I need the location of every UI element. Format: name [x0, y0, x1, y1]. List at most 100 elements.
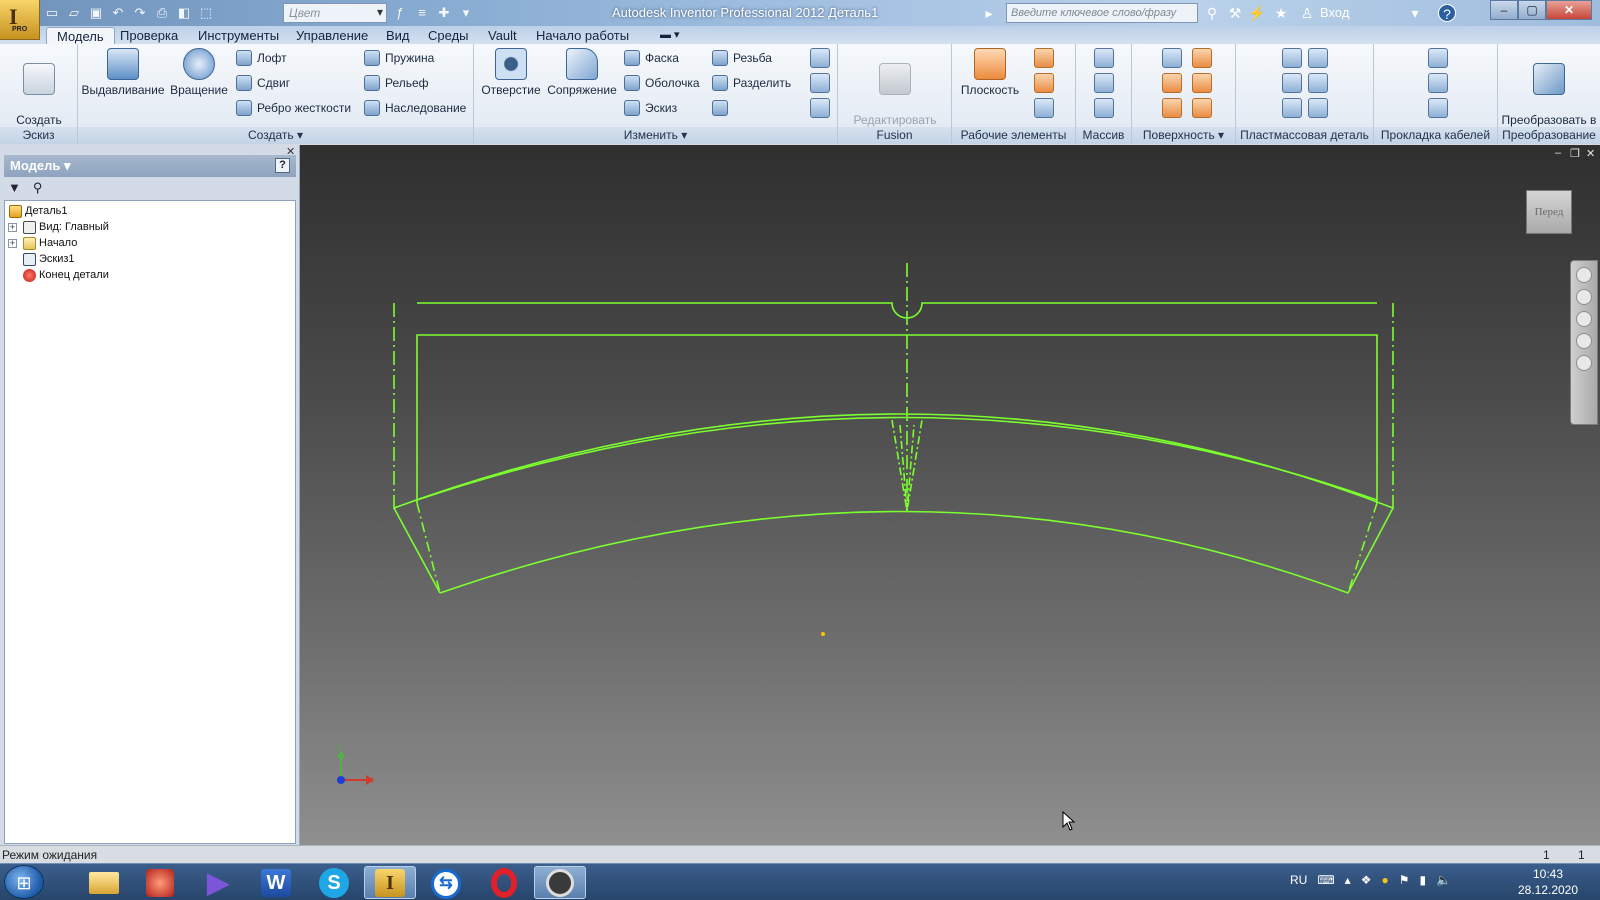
- taskbar-media-player-icon[interactable]: ▶: [192, 866, 244, 899]
- expand-view-icon[interactable]: +: [8, 223, 17, 232]
- clock[interactable]: 10:43 28.12.2020: [1516, 866, 1580, 898]
- loft-button[interactable]: Лофт: [236, 48, 287, 68]
- emboss-button[interactable]: Рельеф: [364, 73, 429, 93]
- tab-get-started[interactable]: Начало работы: [526, 27, 639, 44]
- login-button[interactable]: Вход: [1320, 5, 1349, 20]
- open-icon[interactable]: ▱: [66, 5, 82, 21]
- thicken-icon[interactable]: [1162, 48, 1182, 68]
- zoom-icon[interactable]: [1576, 311, 1592, 327]
- move-bodies-icon[interactable]: [810, 98, 830, 118]
- taskbar-obs-icon[interactable]: [534, 866, 586, 899]
- save-icon[interactable]: ▣: [88, 5, 104, 21]
- satellite-icon[interactable]: ⚡: [1248, 4, 1266, 22]
- close-button[interactable]: ✕: [1546, 0, 1592, 20]
- taskbar-teamviewer-icon[interactable]: ⇆: [420, 866, 472, 899]
- plane-button[interactable]: Плоскость: [958, 48, 1022, 98]
- tab-tools[interactable]: Инструменты: [188, 27, 289, 44]
- ucs-icon[interactable]: [1034, 98, 1054, 118]
- tab-environments[interactable]: Среды: [418, 27, 479, 44]
- rule-fillet-icon[interactable]: [1282, 98, 1302, 118]
- star-icon[interactable]: ★: [1272, 4, 1290, 22]
- help-icon[interactable]: ?: [1438, 4, 1456, 22]
- undo-icon[interactable]: ↶: [110, 5, 126, 21]
- keyboard-icon[interactable]: ⌨: [1317, 873, 1334, 887]
- snap-fit-icon[interactable]: [1308, 73, 1328, 93]
- color-combo[interactable]: Цвет: [283, 3, 387, 23]
- tab-vault[interactable]: Vault: [478, 27, 527, 44]
- volume-icon[interactable]: 🔈: [1436, 873, 1451, 887]
- hole-button[interactable]: Отверстие: [478, 48, 544, 98]
- taskbar-flash-icon[interactable]: [134, 866, 186, 899]
- project-icon[interactable]: ◧: [176, 5, 192, 21]
- grill-icon[interactable]: [1282, 48, 1302, 68]
- browser-help-icon[interactable]: ?: [275, 158, 290, 173]
- lip-icon[interactable]: [1308, 98, 1328, 118]
- panel-title-create[interactable]: Создать ▾: [78, 127, 473, 144]
- cable-manager-icon[interactable]: [1428, 98, 1448, 118]
- tree-node-part[interactable]: Деталь1: [9, 203, 68, 219]
- taskbar-explorer-icon[interactable]: [78, 866, 130, 899]
- extrude-button[interactable]: Выдавливание: [80, 48, 166, 98]
- application-menu-button[interactable]: I PRO: [0, 0, 40, 40]
- stitch-icon[interactable]: [1192, 48, 1212, 68]
- crosshair-icon[interactable]: ✚: [436, 5, 452, 21]
- taskbar-inventor-icon[interactable]: I: [364, 866, 416, 899]
- tree-node-sketch[interactable]: Эскиз1: [23, 251, 75, 267]
- tab-model[interactable]: Модель: [46, 27, 115, 44]
- rest-icon[interactable]: [1282, 73, 1302, 93]
- axis-icon[interactable]: [1034, 48, 1054, 68]
- shell-button[interactable]: Оболочка: [624, 73, 700, 93]
- split-button[interactable]: Разделить: [712, 73, 791, 93]
- maximize-button[interactable]: ▢: [1518, 0, 1546, 20]
- binoculars-icon[interactable]: ⚲: [1203, 4, 1221, 22]
- point-icon[interactable]: [1034, 73, 1054, 93]
- action-center-icon[interactable]: ⚑: [1399, 873, 1410, 887]
- panel-title-surface[interactable]: Поверхность ▾: [1132, 127, 1235, 144]
- redo-icon[interactable]: ↷: [132, 5, 148, 21]
- sculpt-icon[interactable]: [1162, 73, 1182, 93]
- dropbox-icon[interactable]: ❖: [1361, 873, 1372, 887]
- new-icon[interactable]: ▭: [44, 5, 60, 21]
- start-button[interactable]: ⊞: [4, 865, 44, 899]
- tree-node-origin[interactable]: Начало: [23, 235, 77, 251]
- tray-expand-icon[interactable]: ▴: [1345, 873, 1351, 887]
- tree-node-view[interactable]: Вид: Главный: [23, 219, 109, 235]
- expand-origin-icon[interactable]: +: [8, 239, 17, 248]
- derive-button[interactable]: Наследование: [364, 98, 466, 118]
- steering-wheel-icon[interactable]: [1576, 267, 1592, 283]
- thread-button[interactable]: Резьба: [712, 48, 772, 68]
- browser-header[interactable]: Модель ▾ ?: [4, 155, 296, 177]
- rectangular-pattern-icon[interactable]: [1094, 48, 1114, 68]
- viewcube[interactable]: Перед: [1526, 190, 1572, 234]
- sweep-button[interactable]: Сдвиг: [236, 73, 290, 93]
- function-icon[interactable]: ƒ: [392, 5, 408, 21]
- select-icon[interactable]: ⬚: [198, 5, 214, 21]
- direct-edit-icon[interactable]: [810, 48, 830, 68]
- search-arrow-icon[interactable]: ▸: [980, 4, 998, 22]
- search-input[interactable]: Введите ключевое слово/фразу: [1006, 3, 1198, 23]
- line-weight-icon[interactable]: ≡: [414, 5, 430, 21]
- trim-icon[interactable]: [1162, 98, 1182, 118]
- language-indicator[interactable]: RU: [1290, 873, 1307, 887]
- mirror-icon[interactable]: [1094, 98, 1114, 118]
- taskbar-opera-icon[interactable]: [478, 866, 530, 899]
- pan-icon[interactable]: [1576, 289, 1592, 305]
- print-icon[interactable]: ⎙: [154, 5, 170, 21]
- patch-icon[interactable]: [1192, 73, 1212, 93]
- fillet-button[interactable]: Сопряжение: [544, 48, 620, 98]
- graphics-viewport[interactable]: – ❐ ✕ x y Перед: [300, 145, 1600, 845]
- taskbar-skype-icon[interactable]: S: [308, 866, 360, 899]
- circular-pattern-icon[interactable]: [1094, 73, 1114, 93]
- look-at-icon[interactable]: [1576, 355, 1592, 371]
- find-icon[interactable]: ⚲: [33, 180, 43, 196]
- tab-inspect[interactable]: Проверка: [110, 27, 188, 44]
- tab-view[interactable]: Вид: [376, 27, 420, 44]
- revolve-button[interactable]: Вращение: [166, 48, 232, 98]
- norton-icon[interactable]: ●: [1381, 873, 1388, 887]
- filter-icon[interactable]: ▼: [8, 180, 21, 196]
- tab-overflow-icon[interactable]: ▬ ▾: [650, 27, 690, 44]
- panel-title-modify[interactable]: Изменить ▾: [474, 127, 837, 144]
- delete-face-icon[interactable]: [1192, 98, 1212, 118]
- harness-icon[interactable]: [1428, 48, 1448, 68]
- network-icon[interactable]: ▮: [1419, 873, 1426, 887]
